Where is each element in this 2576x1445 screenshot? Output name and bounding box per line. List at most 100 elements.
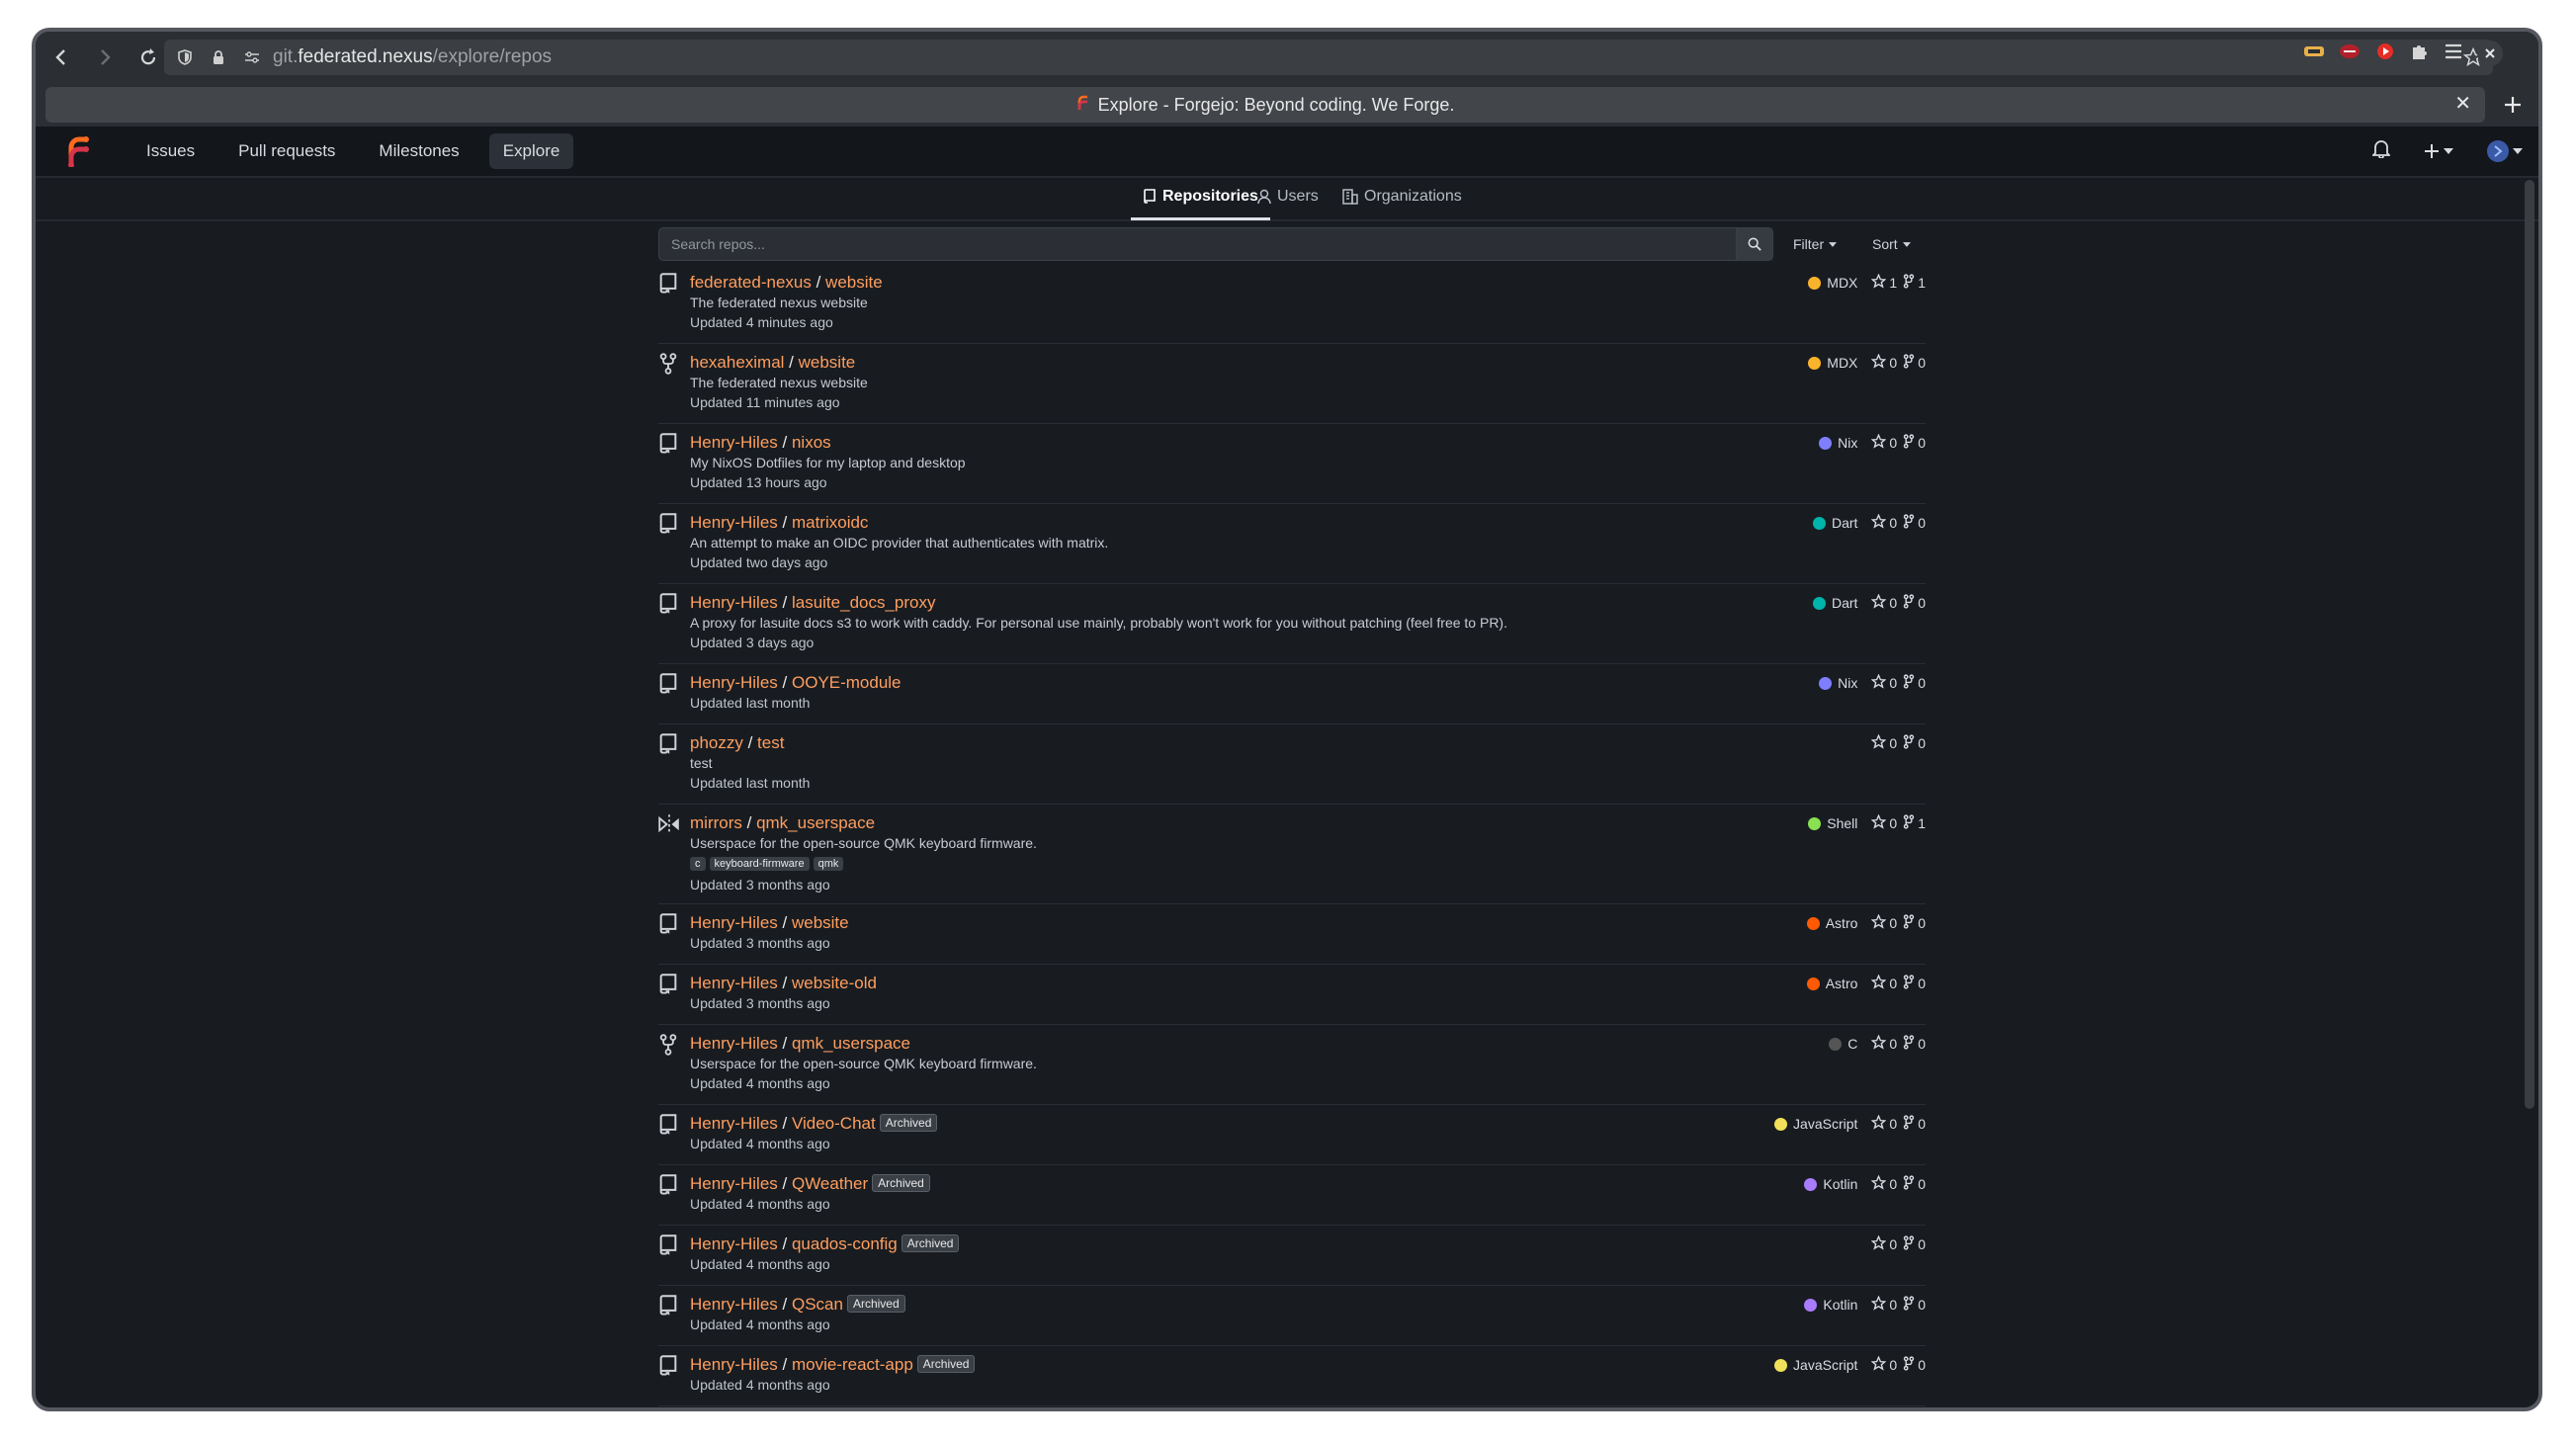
tab-organizations[interactable]: Organizations — [1342, 176, 1462, 217]
active-tab[interactable]: Explore - Forgejo: Beyond coding. We For… — [45, 87, 2485, 123]
stars-count[interactable]: 0 — [1870, 1234, 1897, 1253]
forks-count[interactable]: 0 — [1903, 434, 1926, 452]
forks-count[interactable]: 1 — [1903, 814, 1926, 832]
repo-owner-link[interactable]: Henry-Hiles — [690, 913, 778, 932]
scrollbar[interactable] — [2525, 180, 2534, 1109]
notifications-bell-icon[interactable] — [2370, 138, 2392, 164]
user-menu[interactable] — [2487, 140, 2523, 162]
stars-count[interactable]: 0 — [1870, 593, 1897, 612]
repo-owner-link[interactable]: federated-nexus — [690, 273, 812, 292]
stars-count[interactable]: 0 — [1870, 913, 1897, 932]
forks-count[interactable]: 0 — [1903, 1035, 1926, 1053]
repo-owner-link[interactable]: Henry-Hiles — [690, 1114, 778, 1133]
repo-name-link[interactable]: website — [825, 273, 883, 292]
search-input[interactable] — [659, 227, 1736, 261]
forks-count[interactable]: 0 — [1903, 1175, 1926, 1193]
repo-name-link[interactable]: website-old — [792, 974, 877, 992]
repo-name-link[interactable]: lasuite_docs_proxy — [792, 593, 936, 612]
stars-count[interactable]: 0 — [1870, 513, 1897, 532]
back-button[interactable] — [43, 40, 79, 75]
nav-issues[interactable]: Issues — [132, 133, 209, 169]
repo-name-link[interactable]: website — [799, 353, 856, 372]
nav-pull-requests[interactable]: Pull requests — [224, 133, 349, 169]
repo-name-link[interactable]: QWeather — [792, 1174, 868, 1193]
stars-count[interactable]: 0 — [1870, 974, 1897, 992]
repo-owner-link[interactable]: Henry-Hiles — [690, 1295, 778, 1314]
extension-1-icon[interactable] — [2303, 42, 2325, 65]
fork-icon — [1903, 674, 1918, 692]
nav-explore[interactable]: Explore — [488, 133, 574, 169]
filter-dropdown[interactable]: Filter — [1793, 227, 1838, 261]
tab-close-icon[interactable]: ✕ — [2454, 91, 2471, 116]
repo-name-link[interactable]: website — [792, 913, 849, 932]
repo-owner-link[interactable]: Henry-Hiles — [690, 433, 778, 452]
sort-dropdown[interactable]: Sort — [1872, 227, 1911, 261]
forks-count[interactable]: 0 — [1903, 1235, 1926, 1253]
stars-count[interactable]: 0 — [1870, 813, 1897, 832]
repo-owner-link[interactable]: phozzy — [690, 733, 743, 752]
stars-count[interactable]: 0 — [1870, 1355, 1898, 1374]
repo-owner-link[interactable]: hexaheximal — [690, 353, 784, 372]
repo-name-link[interactable]: qmk_userspace — [756, 813, 875, 832]
repo-owner-link[interactable]: mirrors — [690, 813, 742, 832]
create-new-menu[interactable] — [2424, 143, 2453, 159]
extension-2-icon[interactable] — [2339, 42, 2361, 65]
repo-owner-link[interactable]: Henry-Hiles — [690, 1174, 778, 1193]
forks-count[interactable]: 0 — [1903, 594, 1926, 612]
repo-name-link[interactable]: qmk_userspace — [792, 1034, 910, 1053]
menu-icon[interactable] — [2444, 42, 2463, 65]
repo-name-link[interactable]: quados-config — [792, 1234, 898, 1253]
repo-name-link[interactable]: nixos — [792, 433, 831, 452]
stars-value: 0 — [1889, 1357, 1898, 1373]
stars-count[interactable]: 0 — [1870, 673, 1897, 692]
forward-button[interactable] — [87, 40, 123, 75]
forks-count[interactable]: 0 — [1903, 1115, 1926, 1133]
stars-count[interactable]: 0 — [1870, 1295, 1897, 1314]
forks-count[interactable]: 0 — [1903, 514, 1926, 532]
stars-count[interactable]: 0 — [1870, 1174, 1897, 1193]
nav-milestones[interactable]: Milestones — [365, 133, 472, 169]
new-tab-button[interactable] — [2497, 89, 2529, 121]
repo-owner-link[interactable]: Henry-Hiles — [690, 974, 778, 992]
repo-owner-link[interactable]: Henry-Hiles — [690, 1034, 778, 1053]
repo-owner-link[interactable]: Henry-Hiles — [690, 673, 778, 692]
tab-users[interactable]: Users — [1257, 176, 1319, 217]
stars-count[interactable]: 0 — [1870, 1114, 1897, 1133]
forks-count[interactable]: 0 — [1903, 975, 1926, 992]
shield-icon — [172, 49, 198, 65]
repo-name-link[interactable]: test — [757, 733, 784, 752]
forks-count[interactable]: 0 — [1903, 1296, 1926, 1314]
stars-count[interactable]: 0 — [1870, 353, 1897, 372]
forks-count[interactable]: 0 — [1903, 914, 1926, 932]
forks-count[interactable]: 1 — [1903, 274, 1926, 292]
youtube-extension-icon[interactable] — [2374, 42, 2396, 65]
topic-tag[interactable]: c — [690, 857, 706, 871]
stars-count[interactable]: 1 — [1870, 273, 1897, 292]
reload-button[interactable] — [130, 40, 166, 75]
extensions-puzzle-icon[interactable] — [2410, 42, 2430, 66]
stars-count[interactable]: 0 — [1870, 433, 1897, 452]
search-button[interactable] — [1736, 228, 1772, 260]
forgejo-logo[interactable] — [61, 134, 95, 168]
repo-name-link[interactable]: movie-react-app — [792, 1355, 913, 1374]
repo-name-link[interactable]: OOYE-module — [792, 673, 902, 692]
window-close-icon[interactable] — [2477, 41, 2503, 66]
address-field[interactable]: git.federated.nexus/explore/repos — [164, 40, 2493, 75]
stars-count[interactable]: 0 — [1870, 1034, 1897, 1053]
repo-name-link[interactable]: matrixoidc — [792, 513, 868, 532]
topic-tag[interactable]: keyboard-firmware — [709, 857, 810, 871]
stars-count[interactable]: 0 — [1870, 733, 1897, 752]
repo-row: Henry-Hiles / qmk_userspace Userspace for… — [658, 1024, 1926, 1105]
forks-count[interactable]: 0 — [1903, 674, 1926, 692]
repo-owner-link[interactable]: Henry-Hiles — [690, 513, 778, 532]
topic-tag[interactable]: qmk — [813, 857, 844, 871]
repo-owner-link[interactable]: Henry-Hiles — [690, 1355, 778, 1374]
tab-repositories[interactable]: Repositories — [1131, 176, 1270, 220]
repo-name-link[interactable]: Video-Chat — [792, 1114, 876, 1133]
repo-name-link[interactable]: QScan — [792, 1295, 843, 1314]
forks-count[interactable]: 0 — [1903, 734, 1926, 752]
forks-count[interactable]: 0 — [1903, 354, 1926, 372]
repo-owner-link[interactable]: Henry-Hiles — [690, 593, 778, 612]
forks-count[interactable]: 0 — [1903, 1356, 1926, 1374]
repo-owner-link[interactable]: Henry-Hiles — [690, 1234, 778, 1253]
